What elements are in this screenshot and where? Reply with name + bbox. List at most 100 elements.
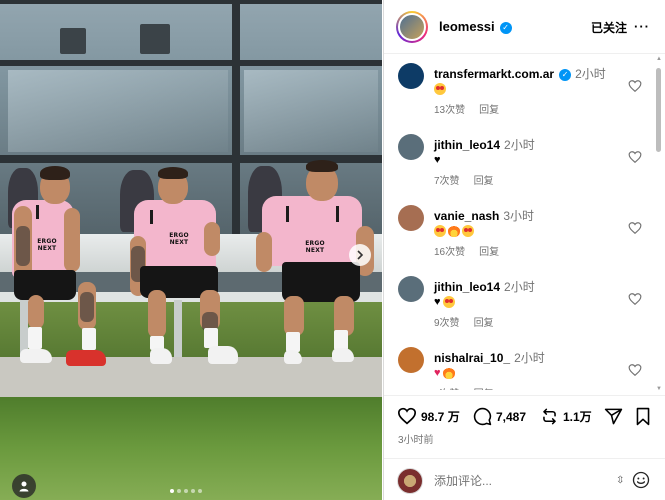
emoji-picker-icon[interactable] bbox=[632, 471, 650, 489]
comment-heart-icon[interactable] bbox=[628, 221, 642, 235]
comment-text: ♥ bbox=[434, 365, 455, 381]
player-hair bbox=[158, 167, 188, 179]
comment-item: vanie_nash 3小时 16次赞 回复 bbox=[384, 197, 654, 268]
comment-button[interactable]: 7,487 bbox=[473, 407, 526, 426]
comment-text bbox=[434, 223, 474, 239]
player-shoe bbox=[20, 349, 52, 363]
comment-count: 7,487 bbox=[496, 409, 527, 424]
comments-list[interactable]: transfermarkt.com.ar ✓ 2小时 13次赞 回复 jithin_leo… bbox=[384, 55, 665, 390]
player-sock bbox=[204, 328, 218, 348]
heart-eyes-emoji-icon bbox=[462, 225, 474, 237]
shirt-sponsor: ERGO NEXT bbox=[169, 232, 189, 246]
following-button[interactable]: 已关注 bbox=[591, 19, 627, 36]
like-button[interactable]: 98.7 万 bbox=[397, 407, 460, 425]
current-user-avatar[interactable] bbox=[397, 468, 423, 494]
heart-eyes-emoji-icon bbox=[434, 225, 446, 237]
comment-reply-button[interactable]: 回复 bbox=[474, 172, 494, 187]
comment-time[interactable]: 2小时 bbox=[514, 351, 545, 365]
more-options-icon[interactable]: ··· bbox=[634, 19, 650, 34]
post-photo[interactable]: ERGO NEXT ERGO NEXT ERGO NEXT bbox=[0, 0, 382, 500]
window-frame bbox=[0, 0, 382, 4]
carousel-dot bbox=[198, 489, 202, 493]
carousel-dot bbox=[177, 489, 181, 493]
repost-icon bbox=[543, 408, 556, 425]
commenter-avatar[interactable] bbox=[398, 63, 424, 89]
player-arm bbox=[64, 208, 80, 272]
comment-reply-button[interactable]: 回复 bbox=[479, 243, 499, 258]
window-pane bbox=[244, 70, 378, 152]
fire-emoji-icon bbox=[448, 225, 460, 237]
commenter-username[interactable]: transfermarkt.com.ar ✓ 2小时 bbox=[434, 65, 606, 82]
carousel-dot bbox=[184, 489, 188, 493]
save-button[interactable] bbox=[635, 407, 651, 426]
scroll-down-arrow-icon[interactable]: ▼ bbox=[656, 386, 662, 392]
bookmark-icon bbox=[636, 407, 650, 426]
comment-heart-icon[interactable] bbox=[628, 363, 642, 377]
share-button[interactable] bbox=[604, 407, 623, 426]
comment-like-count[interactable]: 13次赞 bbox=[434, 101, 465, 116]
comment-time[interactable]: 2小时 bbox=[504, 138, 535, 152]
comment-heart-icon[interactable] bbox=[628, 150, 642, 164]
player-sock bbox=[286, 332, 300, 352]
commenter-username[interactable]: nishalrai_10_ 2小时 bbox=[434, 349, 545, 366]
author-username[interactable]: leomessi ✓ bbox=[439, 19, 512, 34]
commenter-avatar[interactable] bbox=[398, 205, 424, 231]
commenter-username[interactable]: jithin_leo14 2小时 bbox=[434, 278, 535, 295]
player-sock bbox=[334, 330, 348, 350]
commenter-avatar[interactable] bbox=[398, 134, 424, 160]
comment-like-count[interactable]: 7次赞 bbox=[434, 172, 460, 187]
player-sock bbox=[28, 327, 42, 349]
window-frame bbox=[0, 60, 382, 66]
scroll-up-arrow-icon[interactable]: ▲ bbox=[656, 56, 662, 62]
commenter-avatar[interactable] bbox=[398, 347, 424, 373]
player-shoe bbox=[208, 346, 238, 364]
post-timestamp[interactable]: 3小时前 bbox=[398, 431, 434, 446]
repost-button[interactable]: 1.1万 bbox=[540, 407, 592, 426]
tagged-users-button[interactable] bbox=[12, 474, 36, 498]
player-shoe bbox=[150, 348, 172, 364]
comment-like-count[interactable]: 6次赞 bbox=[434, 385, 460, 390]
comment-time[interactable]: 2小时 bbox=[504, 280, 535, 294]
player-hair bbox=[40, 166, 70, 180]
commenter-username[interactable]: vanie_nash 3小时 bbox=[434, 207, 534, 224]
shirt-stripe bbox=[36, 205, 39, 219]
comment-heart-icon[interactable] bbox=[628, 292, 642, 306]
author-avatar[interactable] bbox=[396, 11, 428, 43]
comment-item: transfermarkt.com.ar ✓ 2小时 13次赞 回复 bbox=[384, 55, 654, 126]
leg-tattoo bbox=[80, 292, 94, 322]
comment-reply-button[interactable]: 回复 bbox=[479, 101, 499, 116]
comment-time[interactable]: 3小时 bbox=[503, 209, 534, 223]
repost-count: 1.1万 bbox=[563, 410, 592, 424]
verified-badge-icon: ✓ bbox=[499, 21, 512, 34]
comment-meta: 13次赞 回复 bbox=[434, 101, 499, 116]
comment-like-count[interactable]: 9次赞 bbox=[434, 314, 460, 329]
commenter-username[interactable]: jithin_leo14 2小时 bbox=[434, 136, 535, 153]
player-hair bbox=[306, 160, 338, 172]
carousel-dot bbox=[191, 489, 195, 493]
comment-reply-button[interactable]: 回复 bbox=[474, 385, 494, 390]
shirt-stripe bbox=[286, 206, 289, 222]
comment-heart-icon[interactable] bbox=[628, 79, 642, 93]
comment-input[interactable] bbox=[434, 472, 614, 490]
fire-emoji-icon bbox=[442, 367, 455, 379]
player-leg bbox=[284, 296, 304, 336]
resize-handle-icon[interactable]: ⇳ bbox=[616, 475, 624, 486]
send-icon bbox=[604, 408, 623, 425]
next-photo-button[interactable] bbox=[349, 244, 371, 266]
comments-scrollbar[interactable]: ▲ ▼ bbox=[656, 56, 662, 392]
verified-badge-icon: ✓ bbox=[559, 68, 572, 81]
shirt-stripe bbox=[336, 206, 339, 222]
scrollbar-thumb[interactable] bbox=[656, 68, 661, 152]
arm-tattoo bbox=[16, 226, 30, 266]
commenter-avatar[interactable] bbox=[398, 276, 424, 302]
comment-time[interactable]: 2小时 bbox=[575, 67, 606, 81]
ground-path bbox=[0, 357, 382, 397]
heart-icon bbox=[397, 407, 417, 425]
comment-icon bbox=[473, 407, 492, 426]
player-arm bbox=[256, 232, 272, 272]
comment-meta: 16次赞 回复 bbox=[434, 243, 499, 258]
post-side-panel: leomessi ✓ 已关注 ··· transfermarkt.com.ar ✓ 2… bbox=[383, 0, 665, 500]
comment-like-count[interactable]: 16次赞 bbox=[434, 243, 465, 258]
under-bench-area bbox=[0, 302, 382, 357]
comment-reply-button[interactable]: 回复 bbox=[474, 314, 494, 329]
